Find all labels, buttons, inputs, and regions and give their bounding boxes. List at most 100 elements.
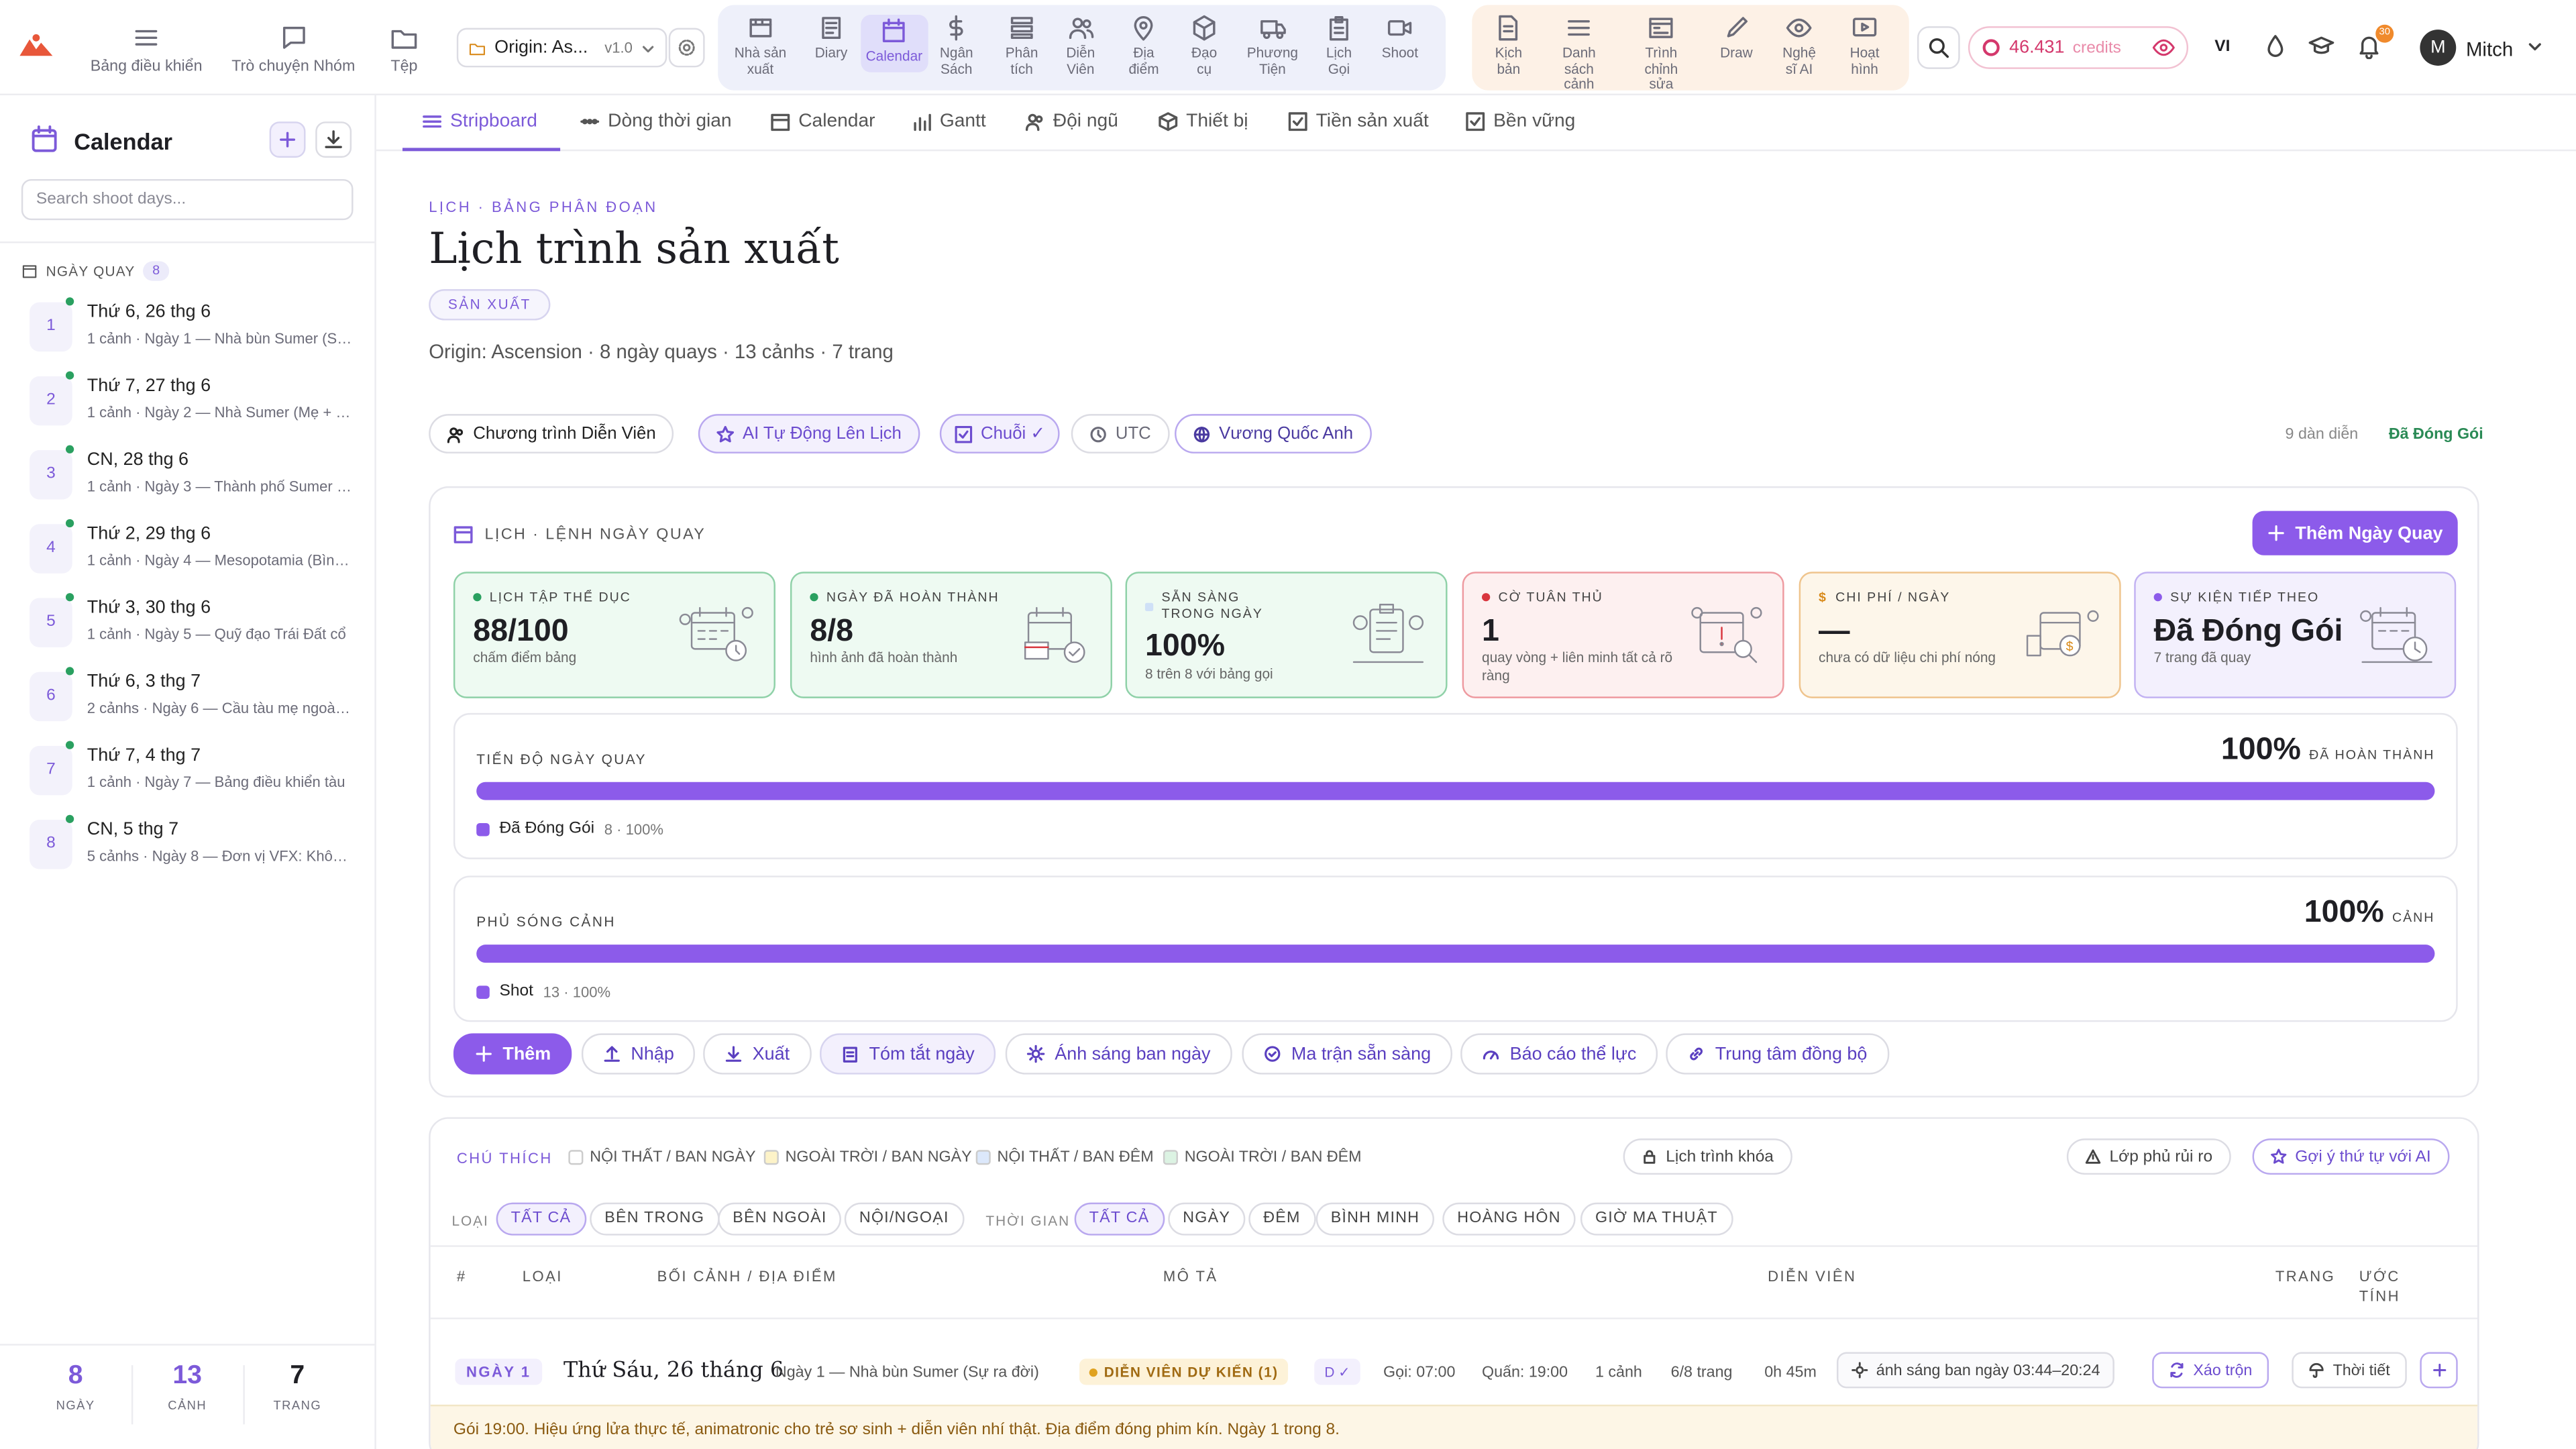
chat-icon [282,26,305,49]
weather-button[interactable]: Thời tiết [2292,1352,2407,1389]
filter-time-day[interactable]: NGÀY [1168,1202,1246,1236]
expand-row-button[interactable] [2420,1352,2458,1389]
shoot-day-item[interactable]: 8 CN, 5 thg 7 5 cảnhs · Ngày 8 — Đơn vị … [30,812,358,877]
daylight-button[interactable]: Ánh sáng ban ngày [1005,1033,1232,1075]
shoot-day-item[interactable]: 7 Thứ 7, 4 thg 7 1 cảnh · Ngày 7 — Bảng … [30,738,358,804]
day-summary-button[interactable]: Tóm tắt ngày [820,1033,996,1075]
filter-time-night[interactable]: ĐÊM [1248,1202,1316,1236]
add-button[interactable]: Thêm [453,1033,573,1075]
nav-animation[interactable]: Hoạt hình [1850,15,1880,77]
avatar[interactable]: M [2420,30,2457,66]
sync-center-button[interactable]: Trung tâm đồng bộ [1666,1033,1889,1075]
tab-equipment[interactable]: Thiết bị [1159,112,1248,131]
language-switch[interactable]: VI [2214,38,2230,56]
timeline-icon [580,119,600,125]
eye-icon[interactable] [2152,36,2175,59]
stat-card-days-complete[interactable]: NGÀY ĐÃ HOÀN THÀNH 8/8 hình ảnh đã hoàn … [790,572,1112,698]
timezone-button[interactable]: UTC [1071,414,1169,453]
stat-card-cost[interactable]: $ CHI PHÍ / NGÀY — chưa có dữ liệu chi ph… [1799,572,2121,698]
tab-calendar[interactable]: Calendar [771,112,875,131]
clapperboard-illustration-icon [1024,606,1085,663]
filter-type-ext[interactable]: BÊN NGOÀI [718,1202,842,1236]
day-title: Thứ 3, 30 thg 6 [87,598,211,618]
filter-time-magic-hour[interactable]: GIỜ MA THUẬT [1580,1202,1733,1236]
search-input[interactable] [21,178,354,221]
region-button[interactable]: Vương Quốc Anh [1175,414,1372,453]
files-button[interactable]: Tệp [389,23,419,75]
user-name[interactable]: Mitch [2466,38,2513,60]
shoot-day-item[interactable]: 1 Thứ 6, 26 thg 6 1 cảnh · Ngày 1 — Nhà … [30,294,358,360]
chevron-down-icon[interactable] [2527,38,2543,54]
project-settings-button[interactable] [668,28,705,68]
nav-diary[interactable]: Diary [815,15,847,62]
nav-shoot[interactable]: Shoot [1382,15,1418,62]
status-badge: SẢN XUẤT [429,289,551,321]
nav-call-sheet[interactable]: Lịch Gọi [1326,15,1352,77]
filter-type-int-ext[interactable]: NỘI/NGOẠI [844,1202,964,1236]
editor-icon [1649,17,1673,38]
nav-calendar[interactable]: Calendar [861,15,928,72]
add-shoot-day-button[interactable]: Thêm Ngày Quay [2252,511,2458,555]
shuffle-button[interactable]: Xáo trộn [2152,1352,2269,1389]
shoot-day-item[interactable]: 5 Thứ 3, 30 thg 6 1 cảnh · Ngày 5 — Quỹ … [30,590,358,655]
stat-card-compliance[interactable]: CỜ TUÂN THỦ 1 quay vòng + liên minh tất … [1462,572,1784,698]
shoot-day-item[interactable]: 6 Thứ 6, 3 thg 7 2 cảnhs · Ngày 6 — Cầu … [30,663,358,729]
lock-schedule-button[interactable]: Lịch trình khóa [1623,1138,1792,1175]
nav-props[interactable]: Đạo cụ [1191,15,1218,77]
nav-analysis[interactable]: Phân tích [1006,15,1038,77]
filter-time-dusk[interactable]: HOÀNG HÔN [1442,1202,1576,1236]
nav-draw[interactable]: Draw [1720,15,1753,62]
plus-icon [2432,1363,2446,1377]
table-row[interactable]: NGÀY 1 Thứ Sáu, 26 tháng 6 Ngày 1 — Nhà … [431,1339,2477,1405]
truck-icon [1260,20,1285,40]
risk-overlay-button[interactable]: Lớp phủ rủi ro [2066,1138,2231,1175]
clipboard-illustration-icon [1352,604,1424,663]
search-button[interactable] [1917,26,1960,69]
graduation-cap-icon[interactable] [2308,33,2334,59]
day-title: Thứ 6, 26 thg 6 [87,302,211,323]
fitness-report-button[interactable]: Báo cáo thể lực [1460,1033,1658,1075]
ai-order-suggest-button[interactable]: Gợi ý thứ tự với AI [2252,1138,2449,1175]
nav-script[interactable]: Kịch bản [1495,15,1522,77]
ai-auto-schedule-button[interactable]: AI Tự Động Lên Lịch [698,414,920,453]
stat-card-next-event[interactable]: SỰ KIỆN TIẾP THEO Đã Đóng Gói 7 trang đã… [2134,572,2457,698]
chain-toggle[interactable]: Chuỗi ✓ [939,414,1060,453]
nav-cast[interactable]: Diễn Viên [1066,15,1095,77]
tab-crew[interactable]: Đội ngũ [1025,112,1118,131]
clipboard-icon [1329,16,1348,41]
filter-time-dawn[interactable]: BÌNH MINH [1316,1202,1435,1236]
tab-preproduction[interactable]: Tiền sản xuất [1288,112,1429,131]
stat-card-fitness[interactable]: LỊCH TẬP THỂ DỤC 88/100 chấm điểm bảng [453,572,775,698]
tab-gantt[interactable]: Gantt [912,112,986,131]
credits-badge[interactable]: 46.431 credits [1968,26,2189,69]
dashboard-label: Bảng điều khiển [90,57,203,76]
nav-locations[interactable]: Địa điểm [1128,15,1159,77]
shoot-day-item[interactable]: 4 Thứ 2, 29 thg 6 1 cảnh · Ngày 4 — Meso… [30,516,358,582]
add-shoot-day-button[interactable] [269,121,306,158]
nav-producer[interactable]: Nhà sản xuất [735,15,786,77]
filter-time-all[interactable]: TẤT CẢ [1074,1202,1165,1236]
nav-editor[interactable]: Trình chỉnh sửa [1644,15,1678,93]
cast-schedule-button[interactable]: Chương trình Diễn Viên [429,414,674,453]
shoot-day-item[interactable]: 3 CN, 28 thg 6 1 cảnh · Ngày 3 — Thành p… [30,442,358,508]
dashboard-button[interactable]: Bảng điều khiển [91,23,203,75]
tab-timeline[interactable]: Dòng thời gian [580,112,732,131]
filter-type-all[interactable]: TẤT CẢ [496,1202,586,1236]
nav-scene-list[interactable]: Danh sách cảnh [1562,15,1596,93]
app-logo[interactable] [16,30,56,59]
droplet-icon[interactable] [2262,33,2288,59]
team-chat-button[interactable]: Trò chuyện Nhóm [231,23,355,75]
nav-vehicles[interactable]: Phương Tiện [1247,15,1298,77]
import-button[interactable]: Nhập [581,1033,696,1075]
filter-type-int[interactable]: BÊN TRONG [590,1202,720,1236]
readiness-matrix-button[interactable]: Ma trận sẵn sàng [1242,1033,1452,1075]
shoot-day-item[interactable]: 2 Thứ 7, 27 thg 6 1 cảnh · Ngày 2 — Nhà … [30,368,358,434]
download-button[interactable] [315,121,352,158]
nav-ai-artist[interactable]: Nghệ sĩ AI [1782,15,1816,77]
project-selector[interactable]: Origin: As... v1.0 [456,28,667,68]
nav-budget[interactable]: Ngân Sách [940,15,973,77]
stat-card-ready[interactable]: SẴN SÀNG TRONG NGÀY 100% 8 trên 8 với bả… [1125,572,1448,698]
tab-sustainability[interactable]: Bền vững [1466,112,1575,131]
tab-stripboard[interactable]: Stripboard [422,112,537,131]
export-button[interactable]: Xuất [703,1033,811,1075]
